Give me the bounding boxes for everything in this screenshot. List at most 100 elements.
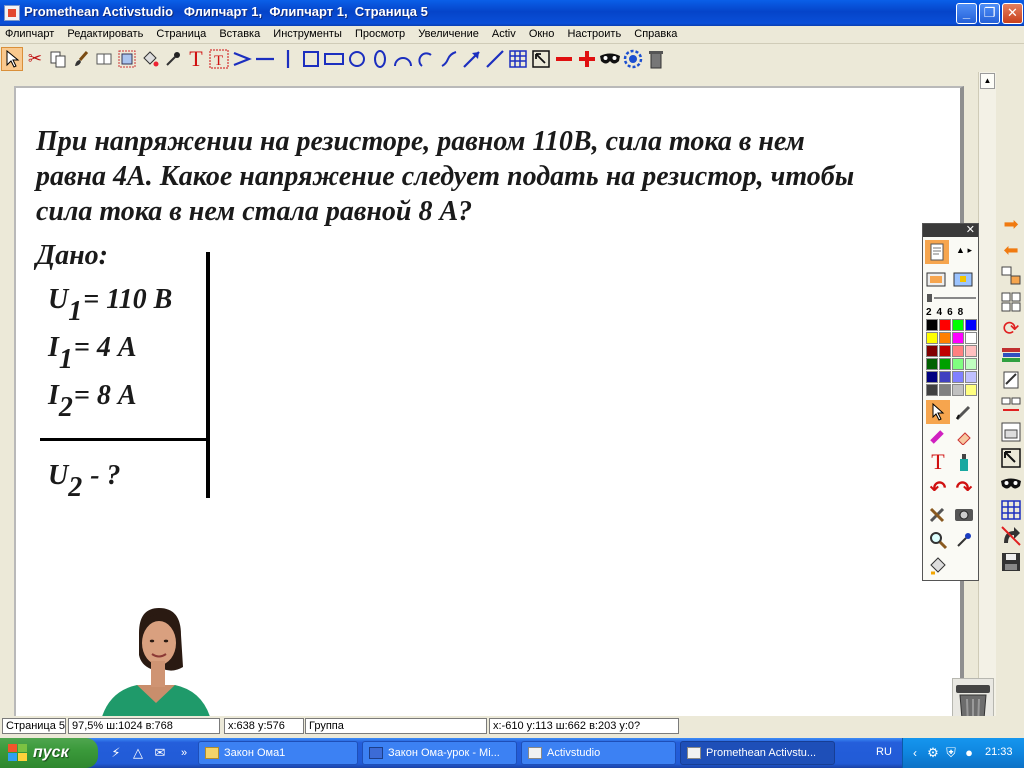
task-zakon-oma1[interactable]: Закон Ома1 [198,741,358,765]
color-swatch[interactable] [939,332,951,344]
desktop-icon[interactable] [951,268,975,292]
close-button[interactable]: ✕ [1002,3,1023,24]
palette-eyedropper-icon[interactable] [952,528,976,552]
text-icon[interactable]: T [185,47,207,71]
tools-icon[interactable] [926,502,950,526]
color-swatch[interactable] [939,371,951,383]
language-indicator[interactable]: RU [876,746,892,758]
insert-page-icon[interactable] [999,394,1023,418]
side-grid-icon[interactable] [999,498,1023,522]
color-swatch[interactable] [939,358,951,370]
update-icon[interactable]: ● [961,745,977,761]
palette-nav-arrows-icon[interactable]: ▲ ▸ [952,238,976,262]
arrow-icon[interactable] [461,47,483,71]
arc-icon[interactable] [392,47,414,71]
side-resize-icon[interactable] [999,446,1023,470]
menu-zoom[interactable]: Увеличение [413,26,484,40]
menu-flipchart[interactable]: Флипчарт [0,26,59,40]
diagonal-line-icon[interactable] [484,47,506,71]
quicklaunch-more-icon[interactable]: » [176,745,192,761]
page-icon[interactable] [925,240,949,264]
color-swatch[interactable] [965,371,977,383]
color-swatch[interactable] [939,319,951,331]
color-swatch[interactable] [952,319,964,331]
eraser-icon[interactable] [952,424,976,448]
highlighter-icon[interactable] [926,424,950,448]
start-button[interactable]: пуск [0,738,98,768]
network-icon[interactable]: ⚙ [925,745,941,761]
maximize-button[interactable]: ❐ [979,3,1000,24]
text-edit-icon[interactable]: T [208,47,230,71]
color-swatch[interactable] [965,319,977,331]
revealer-icon[interactable] [622,47,644,71]
quicklaunch-activ-icon[interactable]: ⚡ [108,745,124,761]
minus-icon[interactable] [553,47,575,71]
pen-sizes[interactable]: 2468 [926,307,968,318]
grid-icon[interactable] [507,47,529,71]
pen-icon[interactable] [952,400,976,424]
redo-icon[interactable]: ↷ [952,476,976,500]
menu-activ[interactable]: Activ [487,26,521,40]
magnifier-icon[interactable] [926,528,950,552]
quicklaunch-shell-icon[interactable]: ✉ [152,745,168,761]
duplicate-page-icon[interactable] [999,420,1023,444]
connector-icon[interactable] [231,47,253,71]
color-swatch[interactable] [926,345,938,357]
quicklaunch-triangle-icon[interactable]: △ [130,745,146,761]
fill-icon[interactable] [926,554,950,578]
ellipse-icon[interactable] [369,47,391,71]
plus-icon[interactable] [576,47,598,71]
color-swatch[interactable] [926,358,938,370]
menu-help[interactable]: Справка [629,26,682,40]
color-swatch[interactable] [952,358,964,370]
tool-palette[interactable]: ✕ ▲ ▸ 2468 T ↶ ↷ [922,223,979,581]
spray-icon[interactable] [952,450,976,474]
clear-annotations-icon[interactable] [999,524,1023,548]
palette-text-icon[interactable]: T [926,449,950,474]
tray-expand-icon[interactable]: ‹ [907,745,923,761]
menu-edit[interactable]: Редактировать [62,26,148,40]
brush-icon[interactable] [70,47,92,71]
eyedropper-icon[interactable] [162,47,184,71]
circle-icon[interactable] [346,47,368,71]
curve-icon[interactable] [438,47,460,71]
resize-icon[interactable] [530,47,552,71]
scroll-up-arrow-icon[interactable]: ▲ [980,73,995,89]
line-icon[interactable] [254,47,276,71]
trash-icon[interactable] [645,47,667,71]
security-icon[interactable]: ⛨ [943,745,959,761]
color-swatch[interactable] [965,345,977,357]
vertical-line-icon[interactable] [277,47,299,71]
save-icon[interactable] [999,550,1023,574]
refresh-icon[interactable]: ⟳ [999,316,1023,340]
color-swatch[interactable] [926,319,938,331]
rectangle-icon[interactable] [323,47,345,71]
color-swatch[interactable] [965,332,977,344]
palette-pointer-icon[interactable] [926,400,950,424]
pointer-icon[interactable] [1,46,23,71]
copy-icon[interactable] [47,47,69,71]
previous-page-icon[interactable]: ⬅ [999,238,1023,262]
color-swatch[interactable] [939,345,951,357]
duplicate-icon[interactable] [116,47,138,71]
color-swatch[interactable] [952,332,964,344]
color-swatch[interactable] [939,384,951,396]
small-arc-icon[interactable] [415,47,437,71]
color-swatch[interactable] [926,371,938,383]
next-page-icon[interactable]: ➡ [999,212,1023,236]
color-swatch[interactable] [965,358,977,370]
flipchart-page[interactable]: При напряжении на резисторе, равном 110В… [14,86,964,718]
side-mask-icon[interactable] [999,472,1023,496]
color-swatch[interactable] [952,345,964,357]
notes-icon[interactable] [999,368,1023,392]
menu-view[interactable]: Просмотр [350,26,410,40]
color-swatch[interactable] [926,332,938,344]
page-sorter-icon[interactable] [999,264,1023,288]
menu-settings[interactable]: Настроить [562,26,626,40]
camera-icon[interactable] [952,502,976,526]
square-icon[interactable] [300,47,322,71]
menu-window[interactable]: Окно [524,26,560,40]
menu-insert[interactable]: Вставка [214,26,265,40]
task-word-document[interactable]: Закон Ома-урок - Mi... [362,741,517,765]
scissors-icon[interactable]: ✂ [24,47,46,71]
